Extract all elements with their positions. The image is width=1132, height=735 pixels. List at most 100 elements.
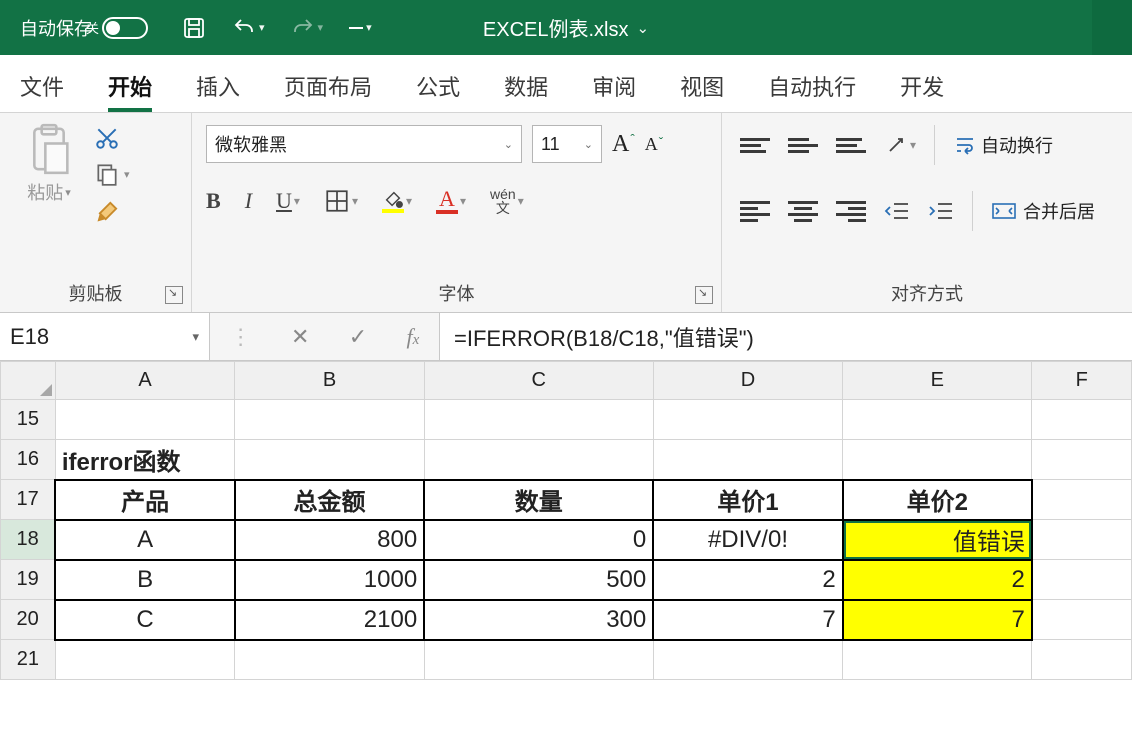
cell[interactable]: 7 bbox=[653, 600, 842, 640]
font-size-select[interactable]: 11 ⌄ bbox=[532, 125, 602, 163]
chevron-down-icon[interactable]: ▾ bbox=[259, 21, 265, 34]
cell[interactable] bbox=[235, 640, 424, 680]
chevron-down-icon[interactable]: ▾ bbox=[518, 194, 524, 208]
cell[interactable]: 总金额 bbox=[235, 480, 424, 520]
align-center-button[interactable] bbox=[788, 198, 818, 224]
chevron-down-icon[interactable]: ▾ bbox=[294, 194, 300, 209]
workbook-title[interactable]: EXCEL例表.xlsx ⌄ bbox=[483, 13, 649, 42]
col-header[interactable]: C bbox=[424, 362, 653, 400]
account-button[interactable] bbox=[1092, 0, 1132, 55]
chevron-down-icon[interactable]: ▾ bbox=[460, 194, 466, 208]
autosave-toggle[interactable]: 自动保存 关 bbox=[20, 15, 148, 41]
chevron-down-icon[interactable]: ▾ bbox=[124, 168, 130, 181]
tab-file[interactable]: 文件 bbox=[20, 70, 64, 112]
col-header[interactable]: B bbox=[235, 362, 424, 400]
col-header[interactable]: A bbox=[55, 362, 234, 400]
cell[interactable] bbox=[1032, 520, 1132, 560]
cell[interactable] bbox=[424, 400, 653, 440]
chevron-down-icon[interactable]: ▾ bbox=[192, 329, 199, 345]
formula-input[interactable]: =IFERROR(B18/C18,"值错误") bbox=[440, 313, 1132, 360]
align-bottom-button[interactable] bbox=[836, 132, 866, 158]
chevron-down-icon[interactable]: ⌄ bbox=[637, 19, 650, 37]
dialog-launcher-icon[interactable] bbox=[695, 286, 713, 304]
merge-center-button[interactable]: 合并后居 bbox=[991, 198, 1095, 224]
cell[interactable]: 0 bbox=[424, 520, 653, 560]
cell[interactable]: 单价2 bbox=[843, 480, 1032, 520]
dots-icon[interactable]: ⋮ bbox=[230, 324, 252, 350]
copy-button[interactable]: ▾ bbox=[94, 161, 130, 187]
bold-button[interactable]: B bbox=[206, 188, 221, 214]
tab-formulas[interactable]: 公式 bbox=[416, 70, 460, 112]
align-middle-button[interactable] bbox=[788, 132, 818, 158]
autosave-switch[interactable]: 关 bbox=[102, 17, 148, 39]
cancel-formula-button[interactable]: ✕ bbox=[291, 324, 309, 350]
undo-button[interactable]: ▾ bbox=[232, 16, 265, 40]
tab-insert[interactable]: 插入 bbox=[196, 70, 240, 112]
tab-layout[interactable]: 页面布局 bbox=[284, 70, 372, 112]
row-header[interactable]: 21 bbox=[1, 640, 56, 680]
cell[interactable]: 500 bbox=[424, 560, 653, 600]
tab-developer[interactable]: 开发 bbox=[900, 70, 944, 112]
font-family-select[interactable]: 微软雅黑 ⌄ bbox=[206, 125, 522, 163]
cell[interactable]: 1000 bbox=[235, 560, 424, 600]
chevron-down-icon[interactable]: ⌄ bbox=[584, 138, 593, 151]
tab-review[interactable]: 审阅 bbox=[592, 70, 636, 112]
align-top-button[interactable] bbox=[740, 132, 770, 158]
chevron-down-icon[interactable]: ▾ bbox=[352, 194, 358, 208]
cell[interactable] bbox=[1032, 480, 1132, 520]
cell[interactable] bbox=[653, 440, 842, 480]
chevron-down-icon[interactable]: ▾ bbox=[406, 194, 412, 208]
select-all-corner[interactable] bbox=[1, 362, 56, 400]
cut-button[interactable] bbox=[94, 125, 130, 151]
cell[interactable]: #DIV/0! bbox=[653, 520, 842, 560]
cell[interactable]: iferror函数 bbox=[55, 440, 234, 480]
tab-data[interactable]: 数据 bbox=[504, 70, 548, 112]
dialog-launcher-icon[interactable] bbox=[165, 286, 183, 304]
cell[interactable] bbox=[1032, 400, 1132, 440]
cell[interactable]: 2 bbox=[843, 560, 1032, 600]
phonetic-guide-button[interactable]: wén文 ▾ bbox=[490, 187, 524, 215]
row-header[interactable]: 18 bbox=[1, 520, 56, 560]
cell[interactable]: 800 bbox=[235, 520, 424, 560]
tab-automate[interactable]: 自动执行 bbox=[768, 70, 856, 112]
cell[interactable]: 300 bbox=[424, 600, 653, 640]
name-box[interactable]: E18 ▾ bbox=[0, 313, 210, 360]
accept-formula-button[interactable]: ✓ bbox=[349, 324, 367, 350]
cell[interactable] bbox=[1032, 560, 1132, 600]
cell[interactable] bbox=[235, 400, 424, 440]
cell[interactable]: 产品 bbox=[55, 480, 234, 520]
align-right-button[interactable] bbox=[836, 198, 866, 224]
col-header[interactable]: E bbox=[843, 362, 1032, 400]
chevron-down-icon[interactable]: ▾ bbox=[65, 186, 71, 199]
cell[interactable]: C bbox=[55, 600, 234, 640]
col-header[interactable]: D bbox=[653, 362, 842, 400]
increase-font-size-button[interactable]: Aˆ bbox=[612, 131, 635, 158]
cell[interactable] bbox=[843, 440, 1032, 480]
cell[interactable]: 单价1 bbox=[653, 480, 842, 520]
decrease-indent-button[interactable] bbox=[884, 200, 910, 222]
col-header[interactable]: F bbox=[1032, 362, 1132, 400]
cell[interactable]: A bbox=[55, 520, 234, 560]
chevron-down-icon[interactable]: ▾ bbox=[318, 21, 324, 34]
cell[interactable] bbox=[424, 640, 653, 680]
fx-icon[interactable]: fx bbox=[407, 324, 420, 350]
align-left-button[interactable] bbox=[740, 198, 770, 224]
cell[interactable] bbox=[653, 400, 842, 440]
row-header[interactable]: 17 bbox=[1, 480, 56, 520]
chevron-down-icon[interactable]: ⌄ bbox=[504, 138, 513, 151]
cell[interactable] bbox=[1032, 600, 1132, 640]
row-header[interactable]: 15 bbox=[1, 400, 56, 440]
increase-indent-button[interactable] bbox=[928, 200, 954, 222]
cell[interactable]: 数量 bbox=[424, 480, 653, 520]
chevron-down-icon[interactable]: ▾ bbox=[910, 138, 916, 152]
cell[interactable] bbox=[424, 440, 653, 480]
cell[interactable] bbox=[55, 400, 234, 440]
cell[interactable] bbox=[843, 640, 1032, 680]
row-header[interactable]: 16 bbox=[1, 440, 56, 480]
italic-button[interactable]: I bbox=[245, 188, 252, 214]
worksheet-grid[interactable]: A B C D E F 15 16 iferror函数 17 产品 总金额 数量… bbox=[0, 361, 1132, 735]
format-painter-button[interactable] bbox=[94, 197, 130, 225]
cell[interactable]: 7 bbox=[843, 600, 1032, 640]
row-header[interactable]: 20 bbox=[1, 600, 56, 640]
customize-qat-button[interactable]: ▾ bbox=[349, 21, 372, 34]
